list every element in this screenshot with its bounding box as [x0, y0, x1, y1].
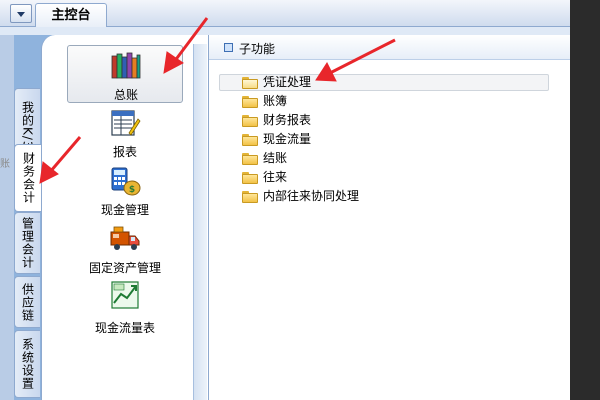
vtab-label: 我的K/3 [20, 100, 35, 150]
vtab-label: 管理会计 [20, 217, 35, 269]
outer-background [570, 0, 600, 400]
vtab-label: 财务会计 [21, 152, 36, 204]
tree-item-label: 结账 [263, 151, 288, 165]
sub-function-pane: 子功能 凭证处理 账簿 财务报表 现金流量 结账 往来 内部往来协同处理 [208, 35, 570, 400]
vertical-tab-bar: 我的K/3 财务会计 管理会计 供应链 系统设置 [14, 40, 42, 400]
vtab-system-settings[interactable]: 系统设置 [14, 330, 40, 398]
nav-item-fixed-asset-management[interactable]: 固定资产管理 [67, 221, 183, 279]
tree-item-cash-flow[interactable]: 现金流量 [219, 131, 549, 148]
tree-item-label: 账簿 [263, 94, 288, 108]
tree-item-label: 往来 [263, 170, 288, 184]
svg-text:$: $ [129, 185, 135, 195]
tree-item-internal-collaboration[interactable]: 内部往来协同处理 [219, 188, 549, 205]
tree-item-receivables-payables[interactable]: 往来 [219, 169, 549, 186]
fixed-asset-truck-icon [110, 226, 140, 250]
tree-item-label: 财务报表 [263, 113, 312, 127]
folder-icon [242, 96, 258, 108]
tab-main-console[interactable]: 主控台 [35, 3, 107, 27]
folder-icon [242, 134, 258, 146]
k3-main-window: 主控台 账 我的K/3 财务会计 管理会计 供应链 系统设置 总账 报表 $ 现… [0, 0, 570, 400]
nav-scrollbar[interactable] [193, 44, 207, 400]
tree-item-label: 现金流量 [263, 132, 312, 146]
vtab-label: 系统设置 [20, 338, 35, 390]
ledger-books-icon [111, 52, 141, 79]
tree-item-period-closing[interactable]: 结账 [219, 150, 549, 167]
vtab-label: 供应链 [20, 282, 35, 322]
nav-item-cash-flow-statement[interactable]: 现金流量表 [67, 279, 183, 337]
nav-label: 现金管理 [100, 203, 149, 217]
cash-flow-statement-icon [111, 281, 139, 309]
folder-icon [242, 191, 258, 203]
vtab-management-accounting[interactable]: 管理会计 [14, 212, 40, 274]
tree-item-label: 凭证处理 [263, 75, 312, 89]
nav-item-cash-management[interactable]: $ 现金管理 [67, 163, 183, 221]
folder-icon [242, 172, 258, 184]
folder-icon [242, 153, 258, 165]
cash-calculator-icon: $ [111, 167, 141, 196]
square-bullet-icon [224, 43, 233, 52]
vtab-financial-accounting[interactable]: 财务会计 [14, 144, 42, 212]
folder-icon [242, 115, 258, 127]
tab-strip-shadow [0, 27, 570, 35]
tree-item-label: 内部往来协同处理 [263, 189, 360, 203]
gutter-text: 账 [0, 159, 10, 170]
left-gutter: 账 [0, 35, 14, 400]
nav-label: 总账 [113, 88, 138, 102]
sub-function-header: 子功能 [209, 35, 570, 60]
nav-label: 固定资产管理 [88, 261, 161, 275]
nav-item-reports[interactable]: 报表 [67, 105, 183, 163]
nav-item-general-ledger[interactable]: 总账 [67, 45, 183, 103]
vtab-supply-chain[interactable]: 供应链 [14, 276, 40, 328]
nav-label: 现金流量表 [94, 321, 155, 335]
title-bar: 主控台 [0, 0, 570, 27]
module-nav-panel: 总账 报表 $ 现金管理 固定资产管理 现金流量表 [41, 35, 208, 400]
menu-dropdown-button[interactable] [10, 4, 32, 23]
sub-function-title: 子功能 [239, 42, 276, 56]
tree-item-voucher-processing[interactable]: 凭证处理 [219, 74, 549, 91]
tree-item-account-books[interactable]: 账簿 [219, 93, 549, 110]
nav-label: 报表 [112, 145, 137, 159]
folder-open-icon [242, 77, 258, 89]
chevron-down-icon [17, 12, 25, 17]
report-sheet-icon [111, 110, 141, 136]
tree-item-financial-reports[interactable]: 财务报表 [219, 112, 549, 129]
